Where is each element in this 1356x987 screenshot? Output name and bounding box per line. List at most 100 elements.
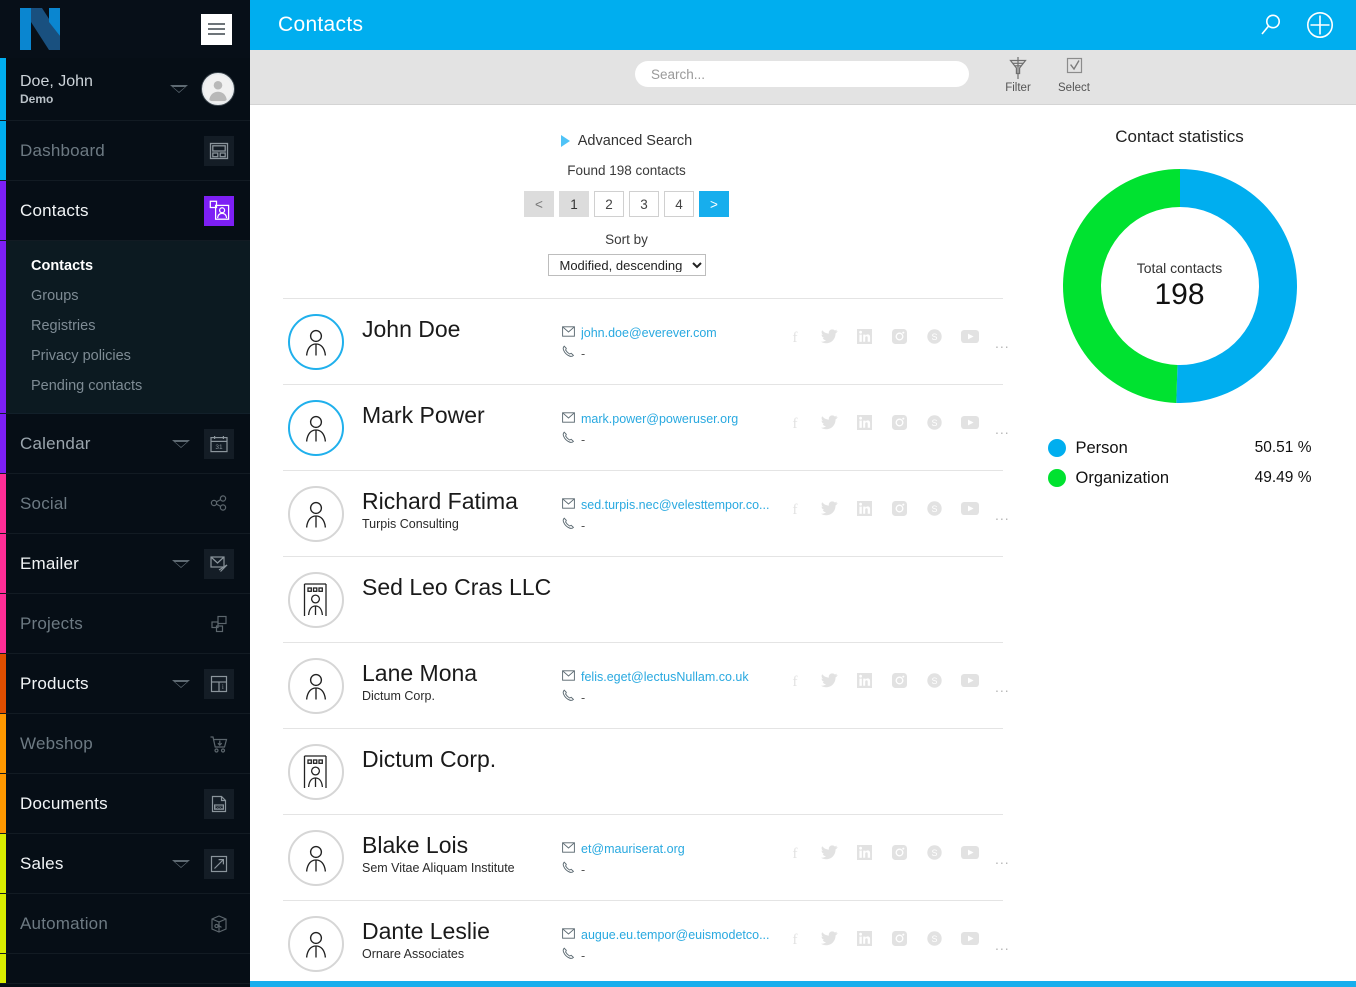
contact-row[interactable]: John Doe john.doe@everever.com - f S...: [283, 298, 1009, 384]
twitter-icon[interactable]: [812, 673, 847, 688]
contact-name[interactable]: Mark Power: [362, 402, 562, 429]
twitter-icon[interactable]: [812, 845, 847, 860]
more-options-button[interactable]: ...: [995, 838, 1010, 867]
contact-name[interactable]: Sed Leo Cras LLC: [362, 574, 562, 601]
facebook-icon[interactable]: f: [777, 329, 812, 345]
youtube-icon[interactable]: [952, 330, 987, 343]
search-icon[interactable]: [1258, 12, 1284, 38]
contact-email[interactable]: felis.eget@lectusNullam.co.uk: [581, 670, 749, 684]
youtube-icon[interactable]: [952, 932, 987, 945]
search-input[interactable]: [635, 61, 969, 87]
sort-select[interactable]: Modified, descending: [547, 254, 706, 276]
skype-icon[interactable]: S: [917, 415, 952, 430]
sidebar-item-social[interactable]: Social: [0, 474, 250, 534]
linkedin-icon[interactable]: [847, 329, 882, 344]
contact-row[interactable]: Dante Leslie Ornare Associates augue.eu.t…: [283, 900, 1009, 986]
contact-email[interactable]: augue.eu.tempor@euismodetco...: [581, 928, 770, 942]
facebook-icon[interactable]: f: [777, 845, 812, 861]
page-next-button[interactable]: >: [699, 191, 729, 217]
sidebar-subitem-pending-contacts[interactable]: Pending contacts: [0, 371, 250, 401]
linkedin-icon[interactable]: [847, 415, 882, 430]
contact-name[interactable]: Dante Leslie: [362, 918, 562, 945]
more-options-button[interactable]: ...: [995, 494, 1010, 523]
instagram-icon[interactable]: [882, 415, 917, 430]
linkedin-icon[interactable]: [847, 673, 882, 688]
sidebar-user-row[interactable]: Doe, John Demo: [0, 58, 250, 121]
instagram-icon[interactable]: [882, 673, 917, 688]
contact-row[interactable]: Sed Leo Cras LLC: [283, 556, 1003, 642]
sidebar-item-documents[interactable]: Documents DOC: [0, 774, 250, 834]
page-prev-button[interactable]: <: [524, 191, 554, 217]
contact-name[interactable]: Richard Fatima: [362, 488, 562, 515]
youtube-icon[interactable]: [952, 846, 987, 859]
facebook-icon[interactable]: f: [777, 501, 812, 517]
sidebar-subitem-groups[interactable]: Groups: [0, 281, 250, 311]
more-options-button[interactable]: ...: [995, 666, 1010, 695]
sidebar-item-webshop[interactable]: Webshop: [0, 714, 250, 774]
chevron-down-icon[interactable]: [172, 559, 190, 568]
contact-row[interactable]: Richard Fatima Turpis Consulting sed.turp…: [283, 470, 1009, 556]
advanced-search-toggle[interactable]: Advanced Search: [250, 133, 1003, 149]
linkedin-icon[interactable]: [847, 501, 882, 516]
sidebar-item-products[interactable]: Products i: [0, 654, 250, 714]
contact-name[interactable]: Blake Lois: [362, 832, 562, 859]
instagram-icon[interactable]: [882, 501, 917, 516]
facebook-icon[interactable]: f: [777, 415, 812, 431]
more-options-button[interactable]: ...: [995, 322, 1010, 351]
contact-row[interactable]: Lane Mona Dictum Corp. felis.eget@lectusN…: [283, 642, 1009, 728]
contact-row[interactable]: Mark Power mark.power@poweruser.org - f S…: [283, 384, 1009, 470]
sidebar-item-automation[interactable]: Automation: [0, 894, 250, 954]
skype-icon[interactable]: S: [917, 845, 952, 860]
youtube-icon[interactable]: [952, 416, 987, 429]
contact-email[interactable]: sed.turpis.nec@velesttempor.co...: [581, 498, 769, 512]
chevron-down-icon[interactable]: [172, 439, 190, 448]
linkedin-icon[interactable]: [847, 931, 882, 946]
sidebar-item-calendar[interactable]: Calendar 31: [0, 414, 250, 474]
chevron-down-icon[interactable]: [170, 85, 188, 93]
sidebar-subitem-privacy-policies[interactable]: Privacy policies: [0, 341, 250, 371]
more-options-button[interactable]: ...: [995, 408, 1010, 437]
contact-email[interactable]: mark.power@poweruser.org: [581, 412, 738, 426]
skype-icon[interactable]: S: [917, 329, 952, 344]
skype-icon[interactable]: S: [917, 501, 952, 516]
twitter-icon[interactable]: [812, 415, 847, 430]
select-button[interactable]: Select: [1046, 55, 1102, 94]
twitter-icon[interactable]: [812, 329, 847, 344]
chevron-down-icon[interactable]: [172, 859, 190, 868]
linkedin-icon[interactable]: [847, 845, 882, 860]
sidebar-item-projects[interactable]: Projects: [0, 594, 250, 654]
twitter-icon[interactable]: [812, 501, 847, 516]
contact-row[interactable]: Dictum Corp.: [283, 728, 1003, 814]
instagram-icon[interactable]: [882, 931, 917, 946]
contact-name[interactable]: Lane Mona: [362, 660, 562, 687]
more-options-button[interactable]: ...: [995, 924, 1010, 953]
contact-name[interactable]: Dictum Corp.: [362, 746, 562, 773]
app-logo-icon[interactable]: [20, 8, 60, 50]
avatar[interactable]: [202, 73, 234, 105]
sidebar-subitem-contacts[interactable]: Contacts: [0, 251, 250, 281]
facebook-icon[interactable]: f: [777, 931, 812, 947]
sidebar-item-emailer[interactable]: Emailer: [0, 534, 250, 594]
skype-icon[interactable]: S: [917, 931, 952, 946]
sidebar-item-contacts[interactable]: Contacts: [0, 181, 250, 241]
skype-icon[interactable]: S: [917, 673, 952, 688]
page-1-button[interactable]: 1: [559, 191, 589, 217]
sidebar-item-dashboard[interactable]: Dashboard: [0, 121, 250, 181]
sidebar-subitem-registries[interactable]: Registries: [0, 311, 250, 341]
instagram-icon[interactable]: [882, 845, 917, 860]
facebook-icon[interactable]: f: [777, 673, 812, 689]
sidebar-item-sales[interactable]: Sales: [0, 834, 250, 894]
contact-email[interactable]: et@mauriserat.org: [581, 842, 685, 856]
menu-toggle-button[interactable]: [201, 13, 232, 45]
filter-button[interactable]: Filter: [990, 55, 1046, 94]
page-2-button[interactable]: 2: [594, 191, 624, 217]
legend-item[interactable]: Person 50.51 %: [1047, 433, 1312, 463]
youtube-icon[interactable]: [952, 674, 987, 687]
contact-email[interactable]: john.doe@everever.com: [581, 326, 717, 340]
youtube-icon[interactable]: [952, 502, 987, 515]
sidebar-item-extra[interactable]: [0, 954, 250, 984]
legend-item[interactable]: Organization 49.49 %: [1047, 463, 1312, 493]
chevron-down-icon[interactable]: [172, 679, 190, 688]
twitter-icon[interactable]: [812, 931, 847, 946]
page-4-button[interactable]: 4: [664, 191, 694, 217]
